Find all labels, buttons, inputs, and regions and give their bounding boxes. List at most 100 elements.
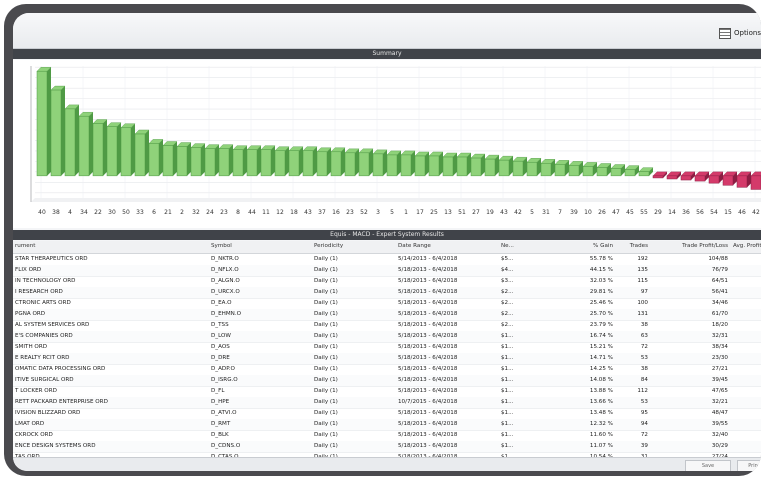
- cell-periodicity: Daily (1): [314, 267, 338, 273]
- x-tick-label: 18: [290, 209, 298, 216]
- cell-periodicity: Daily (1): [314, 278, 338, 284]
- bar: [148, 143, 160, 177]
- cell-symbol: D_FL: [211, 388, 225, 394]
- cell-trades: 39: [640, 443, 648, 449]
- cell-trade-pl: 47/65: [711, 388, 728, 394]
- cell-trade-pl: 39/55: [711, 421, 728, 427]
- cell-instrument: I RESEARCH ORD: [15, 289, 63, 295]
- column-header-net[interactable]: Ne...: [501, 241, 531, 252]
- summary-chart: 40 38 4 34 22 30 50 33 6 21 2 32 24 23 8 44 11 12 18 43 37 16…: [13, 60, 761, 228]
- bar: [680, 175, 692, 181]
- bar: [484, 158, 496, 177]
- cell-trade-pl: 104/88: [708, 256, 728, 262]
- cell-trades: 135: [637, 267, 648, 273]
- cell-net: $4...: [501, 267, 514, 273]
- cell-net: $1...: [501, 344, 514, 350]
- column-header-periodicity[interactable]: Periodicity: [314, 241, 364, 252]
- cell-symbol: D_EA.O: [211, 300, 232, 306]
- x-tick-label: 34: [80, 209, 88, 216]
- cell-periodicity: Daily (1): [314, 421, 338, 427]
- cell-date-range: 5/18/2013 - 6/4/2018: [398, 377, 458, 383]
- cell-pct-gain: 14.71 %: [589, 355, 613, 361]
- cell-symbol: D_BLK: [211, 432, 229, 438]
- x-tick-label: 43: [304, 209, 312, 216]
- cell-date-range: 5/18/2013 - 6/4/2018: [398, 300, 458, 306]
- bar: [736, 175, 748, 188]
- column-header-avg-pl[interactable]: Avg. Profit/Lo: [733, 241, 761, 252]
- bar: [372, 153, 384, 177]
- cell-instrument: E REALTY RCIT ORD: [15, 355, 70, 361]
- cell-periodicity: Daily (1): [314, 443, 338, 449]
- bar: [50, 89, 62, 177]
- bar: [344, 152, 356, 177]
- cell-pct-gain: 13.66 %: [589, 399, 613, 405]
- bar: [274, 150, 286, 177]
- bar: [666, 175, 678, 180]
- cell-net: $2...: [501, 322, 514, 328]
- column-header-trades[interactable]: Trades: [613, 241, 648, 252]
- cell-net: $1...: [501, 333, 514, 339]
- column-header-symbol[interactable]: Symbol: [211, 241, 271, 252]
- cell-symbol: D_HPE: [211, 399, 230, 405]
- column-header-pct-gain[interactable]: % Gain: [553, 241, 613, 252]
- cell-trades: 112: [637, 388, 648, 394]
- cell-instrument: IVISION BLIZZARD ORD: [15, 410, 81, 416]
- cell-symbol: D_LOW: [211, 333, 231, 339]
- bar-side: [47, 67, 51, 176]
- bar-side: [341, 147, 345, 176]
- x-tick-label: 19: [486, 209, 494, 216]
- cell-trades: 97: [640, 289, 648, 295]
- cell-trade-pl: 48/47: [711, 410, 728, 416]
- x-tick-label: 47: [612, 209, 620, 216]
- cell-trade-pl: 32/31: [711, 333, 728, 339]
- bar-side: [397, 150, 401, 176]
- x-tick-label: 6: [152, 209, 156, 216]
- bar-side: [159, 139, 163, 176]
- cell-instrument: IN TECHNOLOGY ORD: [15, 278, 76, 284]
- bar-side: [187, 142, 191, 176]
- table-header: rument Symbol Periodicity Date Range Ne.…: [13, 241, 761, 254]
- cell-trades: 72: [640, 344, 648, 350]
- status-bar: Save Prin: [13, 457, 761, 471]
- x-tick-label: 7: [558, 209, 562, 216]
- x-tick-label: 39: [570, 209, 578, 216]
- cell-instrument: CTRONIC ARTS ORD: [15, 300, 71, 306]
- cell-periodicity: Daily (1): [314, 289, 338, 295]
- bar: [400, 154, 412, 177]
- cell-instrument: ENCE DESIGN SYSTEMS ORD: [15, 443, 96, 449]
- save-button[interactable]: Save: [685, 460, 731, 471]
- cell-date-range: 5/18/2013 - 6/4/2018: [398, 355, 458, 361]
- cell-date-range: 5/18/2013 - 6/4/2018: [398, 421, 458, 427]
- cell-trades: 53: [640, 355, 648, 361]
- cell-trades: 131: [637, 311, 648, 317]
- cell-net: $1...: [501, 443, 514, 449]
- options-button[interactable]: Options: [718, 25, 761, 41]
- x-tick-label: 15: [724, 209, 732, 216]
- column-header-trade-pl[interactable]: Trade Profit/Loss: [653, 241, 728, 252]
- x-tick-label: 33: [136, 209, 144, 216]
- cell-instrument: T LOCKER ORD: [15, 388, 57, 394]
- cell-periodicity: Daily (1): [314, 388, 338, 394]
- cell-instrument: E'S COMPANIES ORD: [15, 333, 73, 339]
- options-label: Options: [733, 29, 761, 37]
- cell-trades: 38: [640, 366, 648, 372]
- x-tick-label: 10: [584, 209, 592, 216]
- bar-side: [299, 146, 303, 176]
- x-tick-label: 5: [530, 209, 534, 216]
- bar: [722, 175, 734, 186]
- cell-date-range: 5/18/2013 - 6/4/2018: [398, 333, 458, 339]
- cell-periodicity: Daily (1): [314, 311, 338, 317]
- bar-side: [257, 145, 261, 176]
- bar: [554, 164, 566, 177]
- cell-net: $3...: [501, 278, 514, 284]
- cell-pct-gain: 14.08 %: [589, 377, 613, 383]
- bar-side: [173, 141, 177, 176]
- cell-periodicity: Daily (1): [314, 366, 338, 372]
- print-button[interactable]: Prin: [737, 460, 761, 471]
- column-header-date-range[interactable]: Date Range: [398, 241, 468, 252]
- cell-periodicity: Daily (1): [314, 432, 338, 438]
- x-tick-label: 21: [164, 209, 172, 216]
- cell-trades: 95: [640, 410, 648, 416]
- column-header-instrument[interactable]: rument: [15, 241, 165, 252]
- bar: [386, 154, 398, 177]
